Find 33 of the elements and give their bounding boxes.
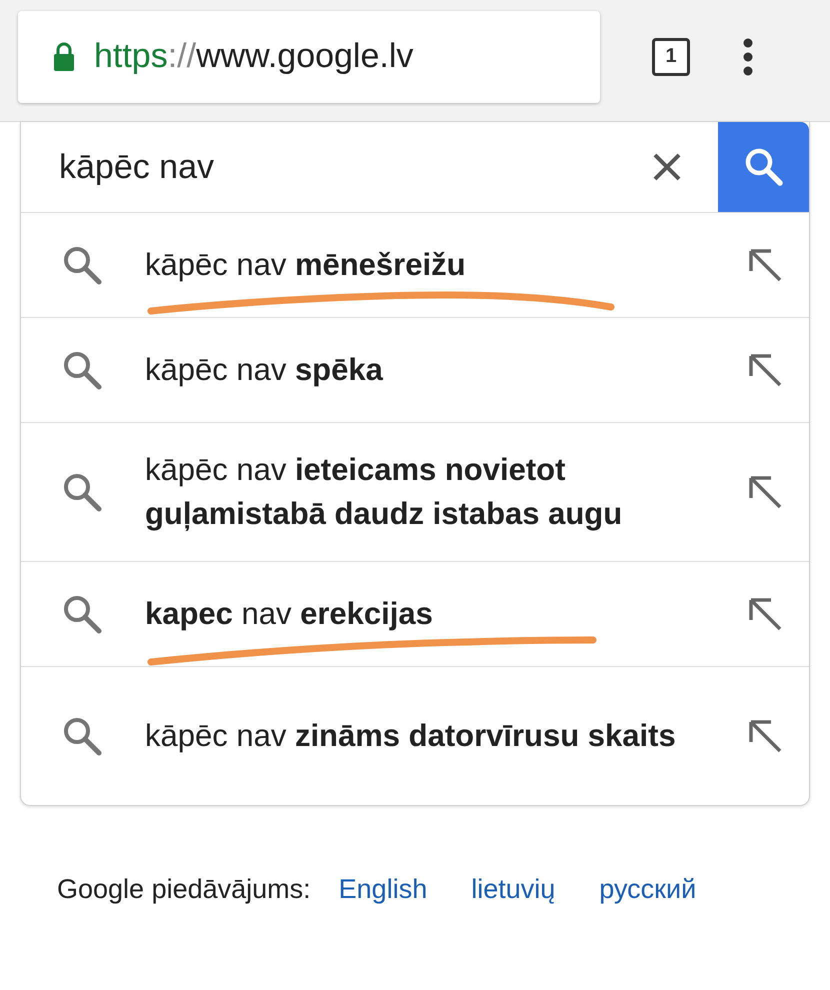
search-icon: [61, 715, 103, 757]
arrow-icon[interactable]: [747, 474, 783, 510]
arrow-icon[interactable]: [747, 718, 783, 754]
suggestion-item[interactable]: kāpēc nav ieteicams novietot guļamistabā daudz istabas augu: [21, 423, 809, 562]
search-icon: [61, 349, 103, 391]
arrow-icon[interactable]: [747, 596, 783, 632]
suggestion-text: kapec nav erekcijas: [145, 595, 434, 633]
language-link[interactable]: lietuvių: [471, 874, 556, 905]
suggestion-text: kāpēc nav spēka: [145, 351, 384, 389]
suggestion-item[interactable]: kapec nav erekcijas: [21, 562, 809, 667]
search-button[interactable]: [718, 122, 809, 212]
url-separator: ://: [168, 37, 196, 76]
close-icon[interactable]: [652, 152, 682, 182]
suggestion-item[interactable]: kāpēc nav mēnešreižu: [21, 213, 809, 318]
search-field[interactable]: kāpēc nav: [21, 136, 652, 198]
language-link[interactable]: русский: [599, 874, 696, 905]
suggestion-item[interactable]: kāpēc nav zināms datorvīrusu skaits: [21, 667, 809, 805]
arrow-icon[interactable]: [747, 247, 783, 283]
search-icon: [61, 593, 103, 635]
language-link[interactable]: English: [338, 874, 428, 905]
footer-label: Google piedāvājums:: [57, 874, 311, 905]
suggestion-text: kāpēc nav ieteicams novietot guļamistabā daudz istabas augu: [145, 451, 624, 533]
suggestion-text: kāpēc nav mēnešreižu: [145, 246, 467, 284]
arrow-icon[interactable]: [747, 352, 783, 388]
search-icon: [61, 244, 103, 286]
search-icon: [61, 471, 103, 513]
url-scheme: https: [94, 37, 168, 76]
menu-icon[interactable]: [742, 36, 754, 76]
tab-count-button[interactable]: 1: [652, 38, 690, 76]
address-bar[interactable]: https://www.google.lv: [18, 10, 600, 102]
url-host: www.google.lv: [196, 37, 414, 76]
suggestion-text: kāpēc nav zināms datorvīrusu skaits: [145, 717, 677, 755]
suggestion-item[interactable]: kāpēc nav spēka: [21, 318, 809, 423]
